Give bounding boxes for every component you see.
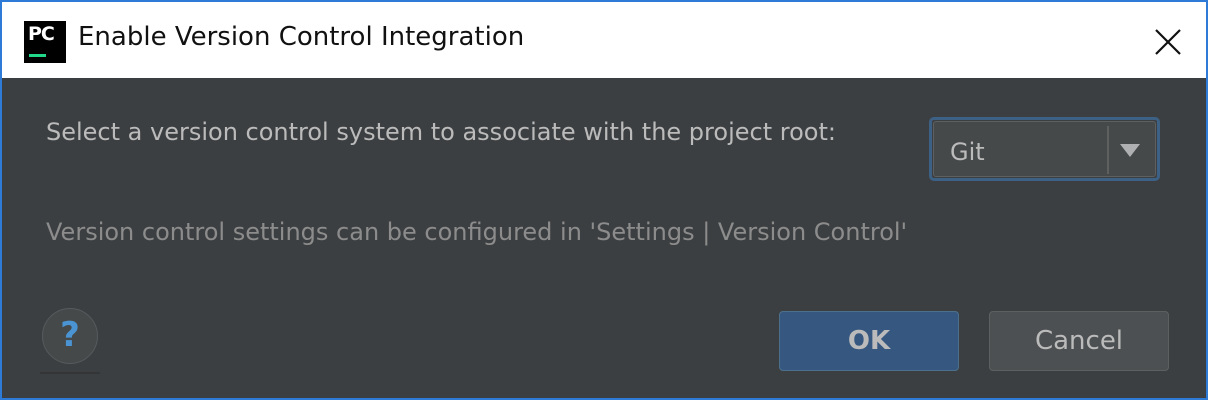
dialog-title: Enable Version Control Integration: [78, 22, 525, 52]
question-icon: ?: [60, 315, 80, 355]
dialog-window: PC Enable Version Control Integration Se…: [0, 0, 1208, 400]
close-button[interactable]: [1142, 16, 1194, 68]
app-icon-text: PC: [28, 23, 55, 45]
vcs-select-value: Git: [950, 138, 985, 166]
title-bar[interactable]: PC Enable Version Control Integration: [2, 2, 1206, 78]
help-button[interactable]: ?: [42, 308, 98, 364]
help-button-shadow: [40, 372, 100, 374]
pycharm-icon: PC: [24, 21, 66, 63]
vcs-select-divider: [1107, 126, 1109, 174]
app-icon-accent: [29, 54, 46, 57]
dropdown-arrow-icon[interactable]: [1120, 144, 1140, 157]
vcs-select-field[interactable]: Git: [933, 121, 1156, 177]
vcs-settings-hint: Version control settings can be configur…: [46, 218, 908, 246]
ok-button[interactable]: OK: [779, 311, 959, 371]
vcs-prompt-label: Select a version control system to assoc…: [46, 118, 836, 146]
vcs-select[interactable]: Git: [929, 117, 1160, 181]
cancel-button[interactable]: Cancel: [989, 311, 1169, 371]
close-icon: [1155, 29, 1181, 55]
